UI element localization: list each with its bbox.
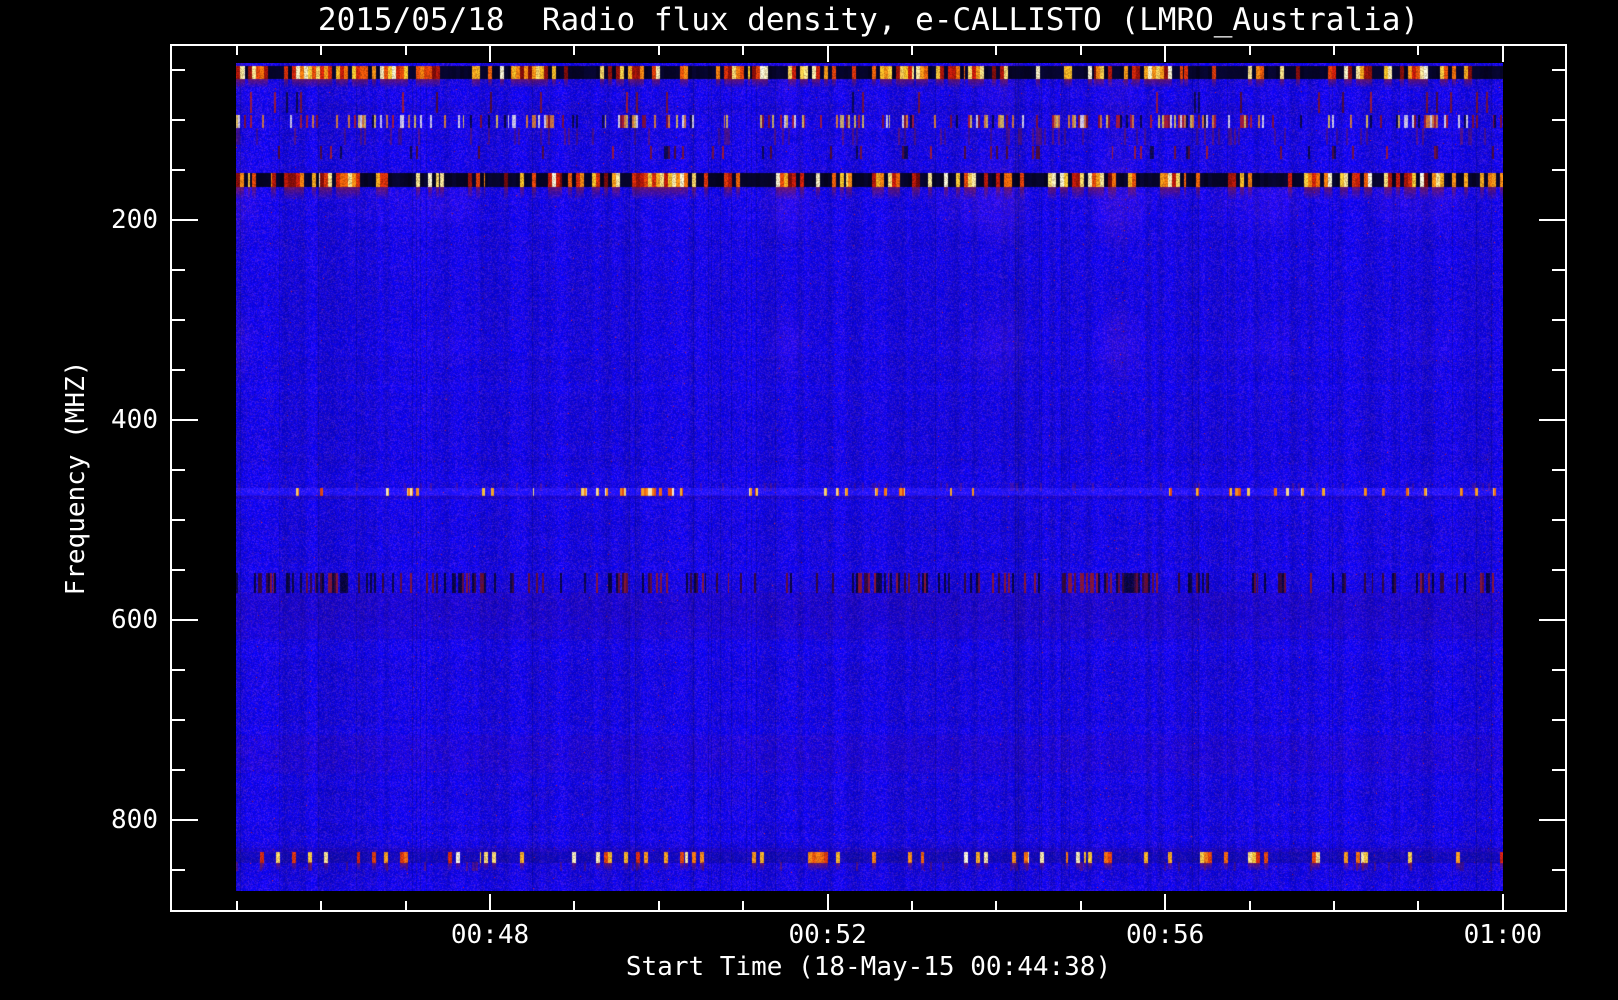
- x-axis-minor-tick: [995, 46, 998, 55]
- y-axis-minor-tick: [172, 169, 185, 171]
- x-axis-minor-tick: [1417, 901, 1420, 910]
- y-axis-minor-tick: [172, 869, 185, 871]
- x-axis-minor-tick: [911, 46, 913, 55]
- y-tick-label: 200: [111, 205, 158, 235]
- x-axis-minor-tick: [1333, 46, 1335, 55]
- x-axis-major-tick: [489, 894, 491, 910]
- x-axis-minor-tick: [573, 901, 576, 910]
- x-axis-major-tick: [1164, 894, 1167, 910]
- y-axis-minor-tick: [172, 669, 185, 671]
- x-axis-minor-tick: [742, 46, 745, 55]
- y-axis-minor-tick: [172, 469, 185, 471]
- y-tick-label: 600: [111, 605, 158, 635]
- x-axis-major-tick: [826, 46, 829, 62]
- x-axis-minor-tick: [573, 46, 576, 55]
- x-axis-minor-tick: [235, 901, 238, 910]
- x-axis-minor-tick: [320, 46, 323, 55]
- x-axis-minor-tick: [911, 901, 913, 910]
- chart-title: 2015/05/18 Radio flux density, e-CALLIST…: [317, 2, 1420, 38]
- y-axis-minor-tick: [1552, 869, 1565, 871]
- x-axis-major-tick: [1501, 894, 1504, 910]
- y-axis-minor-tick: [1552, 719, 1565, 721]
- x-tick-label: 00:56: [1126, 920, 1205, 950]
- y-axis-minor-tick: [1552, 469, 1565, 471]
- y-axis-major-tick: [172, 819, 198, 821]
- y-axis-minor-tick: [1552, 269, 1565, 271]
- y-axis-minor-tick: [172, 769, 185, 771]
- x-axis-minor-tick: [235, 46, 238, 55]
- y-axis-major-tick: [1539, 419, 1565, 421]
- x-tick-label: 00:52: [788, 920, 867, 950]
- x-axis-minor-tick: [1079, 46, 1082, 55]
- y-axis-minor-tick: [1552, 369, 1565, 371]
- x-axis-minor-tick: [404, 46, 407, 55]
- spectrogram-page: 2015/05/18 Radio flux density, e-CALLIST…: [0, 0, 1618, 1000]
- x-axis-major-tick: [489, 46, 491, 62]
- x-axis-minor-tick: [404, 901, 407, 910]
- x-axis-major-tick: [1501, 46, 1504, 62]
- y-axis-major-tick: [172, 619, 198, 621]
- x-axis-major-tick: [826, 894, 829, 910]
- y-axis-minor-tick: [1552, 519, 1565, 521]
- x-axis-minor-tick: [657, 901, 660, 910]
- x-axis-label: Start Time (18-May-15 00:44:38): [625, 952, 1112, 982]
- x-axis-minor-tick: [742, 901, 745, 910]
- y-axis-minor-tick: [1552, 69, 1565, 71]
- y-axis-minor-tick: [172, 569, 185, 571]
- x-axis-minor-tick: [1248, 901, 1251, 910]
- x-axis-minor-tick: [1417, 46, 1420, 55]
- y-axis-minor-tick: [172, 719, 185, 721]
- x-axis-major-tick: [1164, 46, 1167, 62]
- x-tick-label: 01:00: [1463, 920, 1542, 950]
- y-axis-minor-tick: [1552, 769, 1565, 771]
- y-axis-minor-tick: [1552, 119, 1565, 121]
- y-axis-minor-tick: [172, 519, 185, 521]
- y-axis-minor-tick: [1552, 169, 1565, 171]
- x-tick-label: 00:48: [450, 920, 530, 950]
- y-axis-major-tick: [172, 419, 198, 421]
- x-axis-minor-tick: [995, 901, 998, 910]
- x-axis-minor-tick: [1333, 901, 1335, 910]
- x-axis-minor-tick: [1248, 46, 1251, 55]
- y-axis-major-tick: [1539, 219, 1565, 221]
- y-axis-minor-tick: [172, 269, 185, 271]
- y-axis-major-tick: [172, 219, 198, 221]
- y-axis-minor-tick: [172, 119, 185, 121]
- y-axis-minor-tick: [172, 69, 185, 71]
- y-axis-minor-tick: [1552, 569, 1565, 571]
- x-axis-minor-tick: [320, 901, 323, 910]
- y-axis-minor-tick: [172, 369, 185, 371]
- spectrogram-canvas: [236, 63, 1503, 891]
- y-axis-minor-tick: [1552, 669, 1565, 671]
- y-axis-major-tick: [1539, 619, 1565, 621]
- y-axis-major-tick: [1539, 819, 1565, 821]
- y-axis-minor-tick: [172, 319, 185, 321]
- y-axis-label: Frequency (MHZ): [61, 360, 91, 596]
- y-tick-label: 800: [111, 805, 158, 835]
- x-axis-minor-tick: [657, 46, 660, 55]
- y-axis-minor-tick: [1552, 319, 1565, 321]
- x-axis-minor-tick: [1079, 901, 1082, 910]
